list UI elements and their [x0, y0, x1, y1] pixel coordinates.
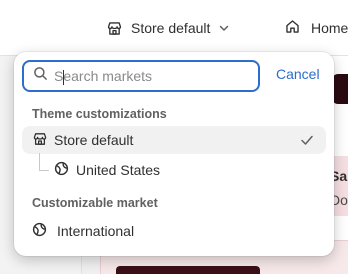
- home-link[interactable]: Home: [284, 14, 348, 42]
- search-markets-field[interactable]: [22, 60, 260, 92]
- market-item-label: International: [57, 223, 135, 239]
- globe-icon: [32, 222, 47, 240]
- store-icon: [32, 131, 48, 150]
- market-item-united-states[interactable]: United States: [22, 156, 326, 184]
- search-markets-input[interactable]: [54, 68, 244, 84]
- checkmark-icon: [300, 133, 314, 150]
- section-heading-customizable-market: Customizable market: [32, 196, 158, 210]
- market-item-label: United States: [76, 162, 161, 178]
- market-selector-popover: Cancel Theme customizations Store defaul…: [14, 52, 334, 256]
- store-switcher-button[interactable]: Store default: [106, 14, 230, 42]
- store-switcher-label: Store default: [131, 20, 211, 36]
- chevron-down-icon: [218, 22, 230, 34]
- home-label: Home: [311, 20, 348, 36]
- background-dark-block: [332, 74, 348, 104]
- background-button: [116, 266, 260, 274]
- market-item-store-default[interactable]: Store default: [22, 126, 326, 154]
- home-icon: [284, 18, 301, 38]
- text-cursor: [63, 70, 64, 85]
- section-heading-theme-customizations: Theme customizations: [32, 107, 167, 121]
- top-bar: Store default Home: [0, 0, 348, 56]
- globe-icon: [54, 161, 69, 179]
- search-icon: [33, 66, 48, 86]
- cancel-button[interactable]: Cancel: [276, 66, 320, 82]
- market-item-label: Store default: [54, 132, 134, 148]
- market-item-international[interactable]: International: [22, 217, 326, 245]
- store-icon: [106, 20, 123, 37]
